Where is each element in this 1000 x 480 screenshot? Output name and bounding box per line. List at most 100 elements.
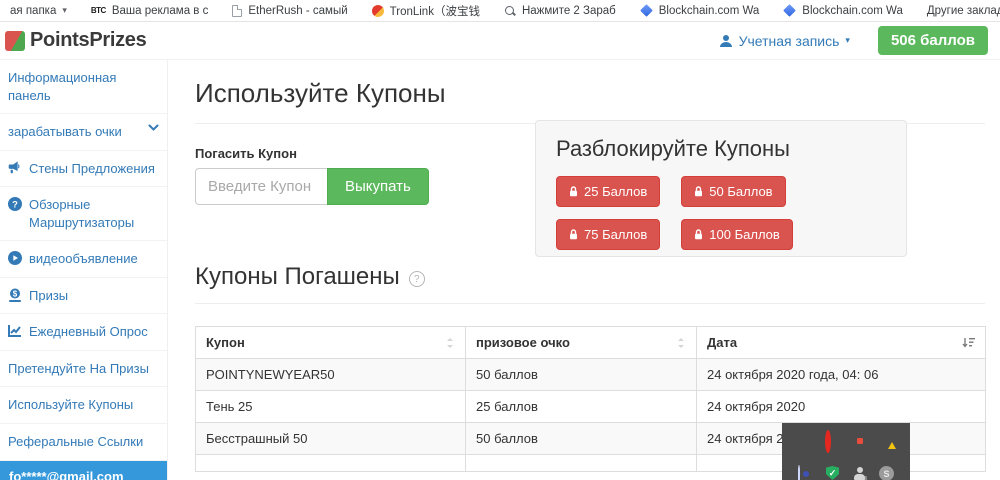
unlock-button-label: 75 Баллов (584, 227, 647, 242)
sidebar-item-survey-routers[interactable]: ? Обзорные Маршрутизаторы (0, 187, 167, 241)
lock-icon (694, 186, 703, 197)
media-player-tray-icon[interactable] (798, 466, 813, 480)
bookmark-label: ая папка (10, 5, 56, 17)
sidebar-item-video-ads[interactable]: видеообъявление (0, 241, 167, 278)
bookmark-folder[interactable]: ая папка ▾ (10, 5, 67, 17)
unlock-button-label: 25 Баллов (584, 184, 647, 199)
bookmark-item[interactable]: Blockchain.com Wa (783, 5, 903, 17)
sidebar-item-daily-poll[interactable]: Ежедневный Опрос (0, 314, 167, 351)
bookmark-item[interactable]: BTC Ваша реклама в с (91, 5, 208, 17)
system-tray-popup: ✓ S (782, 423, 910, 480)
cell-points: 25 баллов (466, 391, 697, 423)
sidebar-item-label: Обзорные Маршрутизаторы (29, 196, 159, 231)
column-header-points[interactable]: призовое очко (466, 327, 697, 359)
sort-icon (676, 337, 686, 349)
unlock-button-label: 100 Баллов (709, 227, 780, 242)
column-label: Дата (707, 335, 737, 350)
page-title: Используйте Купоны (195, 78, 985, 124)
bookmark-label: Ваша реклама в с (112, 5, 209, 17)
unlock-button-label: 50 Баллов (709, 184, 772, 199)
green-shield-check-tray-icon[interactable]: ✓ (825, 466, 840, 480)
sidebar-item-label: Информационная панель (8, 69, 159, 104)
sort-icon (445, 337, 455, 349)
column-label: Купон (206, 335, 245, 350)
sidebar-item-prizes[interactable]: $ Призы (0, 278, 167, 315)
help-icon[interactable]: ? (409, 271, 425, 287)
sidebar-item-label: Претендуйте На Призы (8, 360, 159, 378)
sort-desc-icon (962, 337, 975, 349)
coupon-input[interactable] (195, 168, 327, 205)
bookmark-item[interactable]: Нажмите 2 Зараб (504, 5, 616, 17)
unlock-panel-title: Разблокируйте Купоны (556, 136, 886, 162)
unlock-25-button[interactable]: 25 Баллов (556, 176, 660, 207)
notification-offer-bonus[interactable]: fo*****@gmail.com Offer Bonus Points (0, 461, 167, 480)
sidebar-item-claim-prizes[interactable]: Претендуйте На Призы (0, 351, 167, 388)
lock-icon (694, 229, 703, 240)
sidebar-item-dashboard[interactable]: Информационная панель (0, 60, 167, 114)
bookmark-label: Blockchain.com Wa (802, 5, 903, 17)
sidebar-item-label: Используйте Купоны (8, 396, 159, 414)
bookmark-label: EtherRush - самый (248, 5, 347, 17)
main-content: Используйте Купоны Погасить Купон Выкупа… (168, 60, 1000, 480)
opera-tray-icon[interactable] (825, 433, 840, 448)
unlock-75-button[interactable]: 75 Баллов (556, 219, 660, 250)
brand-name: PointsPrizes (30, 29, 146, 52)
chevron-down-icon (148, 124, 159, 132)
bookmarks-bar: ая папка ▾ BTC Ваша реклама в с EtherRus… (0, 0, 1000, 22)
play-circle-icon (8, 251, 22, 265)
pointsprizes-logo-icon (5, 31, 25, 51)
sidebar-item-label: Призы (29, 287, 159, 305)
sidebar-item-label: видеообъявление (29, 250, 159, 268)
cell-coupon: Тень 25 (196, 391, 466, 423)
cell-coupon: Бесстрашный 50 (196, 423, 466, 455)
sidebar-item-use-coupons[interactable]: Используйте Купоны (0, 387, 167, 424)
other-bookmarks-label: Другие закладки (927, 5, 1000, 17)
search-icon (504, 5, 516, 17)
account-label: Учетная запись (739, 33, 840, 49)
column-header-coupon[interactable]: Купон (196, 327, 466, 359)
lock-icon (569, 229, 578, 240)
bookmark-item[interactable]: Blockchain.com Wa (640, 5, 760, 17)
blockchain-icon (640, 4, 653, 17)
account-menu-button[interactable]: Учетная запись ▾ (719, 33, 850, 49)
bookmark-item[interactable]: EtherRush - самый (232, 5, 347, 17)
sidebar-item-offer-walls[interactable]: Стены Предложения (0, 151, 167, 188)
blue-red-app-tray-icon[interactable] (852, 433, 867, 448)
lock-icon (569, 186, 578, 197)
cell-points: 50 баллов (466, 359, 697, 391)
cell-date: 24 октября 2020 (697, 391, 986, 423)
blockchain-icon (783, 4, 796, 17)
person-lock-tray-icon[interactable] (852, 466, 867, 480)
sidebar-item-label: Стены Предложения (29, 160, 159, 178)
caret-down-icon: ▾ (62, 5, 67, 16)
sidebar-item-label: Ежедневный Опрос (29, 323, 159, 341)
redeem-button[interactable]: Выкупать (327, 168, 429, 205)
bookmark-item[interactable]: TronLink（波宝钱 (372, 3, 480, 19)
unlock-100-button[interactable]: 100 Баллов (681, 219, 793, 250)
table-row: POINTYNEWYEAR50 50 баллов 24 октября 202… (196, 359, 986, 391)
btc-icon: BTC (91, 6, 106, 15)
cell-coupon: POINTYNEWYEAR50 (196, 359, 466, 391)
cell-date: 24 октября 2020 года, 04: 06 (697, 359, 986, 391)
dollar-hand-icon: $ (8, 288, 22, 302)
s-app-tray-icon[interactable]: S (879, 466, 894, 480)
sidebar-item-earn-points[interactable]: зарабатывать очки (0, 114, 167, 151)
brand-logo[interactable]: PointsPrizes (12, 29, 146, 52)
defender-shield-tray-icon[interactable] (879, 433, 894, 448)
caret-down-icon: ▾ (845, 35, 850, 46)
unlock-50-button[interactable]: 50 Баллов (681, 176, 785, 207)
other-bookmarks-button[interactable]: Другие закладки ▾ (927, 5, 1000, 17)
sidebar-item-label: зарабатывать очки (8, 123, 141, 141)
sidebar-item-referral-links[interactable]: Реферальные Ссылки (0, 424, 167, 461)
chart-line-icon (8, 324, 22, 337)
svg-text:$: $ (13, 289, 18, 298)
megaphone-icon (8, 161, 22, 174)
notification-email: fo*****@gmail.com (9, 469, 158, 480)
column-header-date[interactable]: Дата (697, 327, 986, 359)
column-label: призовое очко (476, 335, 570, 350)
table-row: Тень 25 25 баллов 24 октября 2020 (196, 391, 986, 423)
bookmark-label: Нажмите 2 Зараб (522, 5, 616, 17)
display-tray-icon[interactable] (798, 433, 813, 448)
svg-text:?: ? (12, 199, 18, 210)
site-header: PointsPrizes Учетная запись ▾ 506 баллов (0, 22, 1000, 60)
